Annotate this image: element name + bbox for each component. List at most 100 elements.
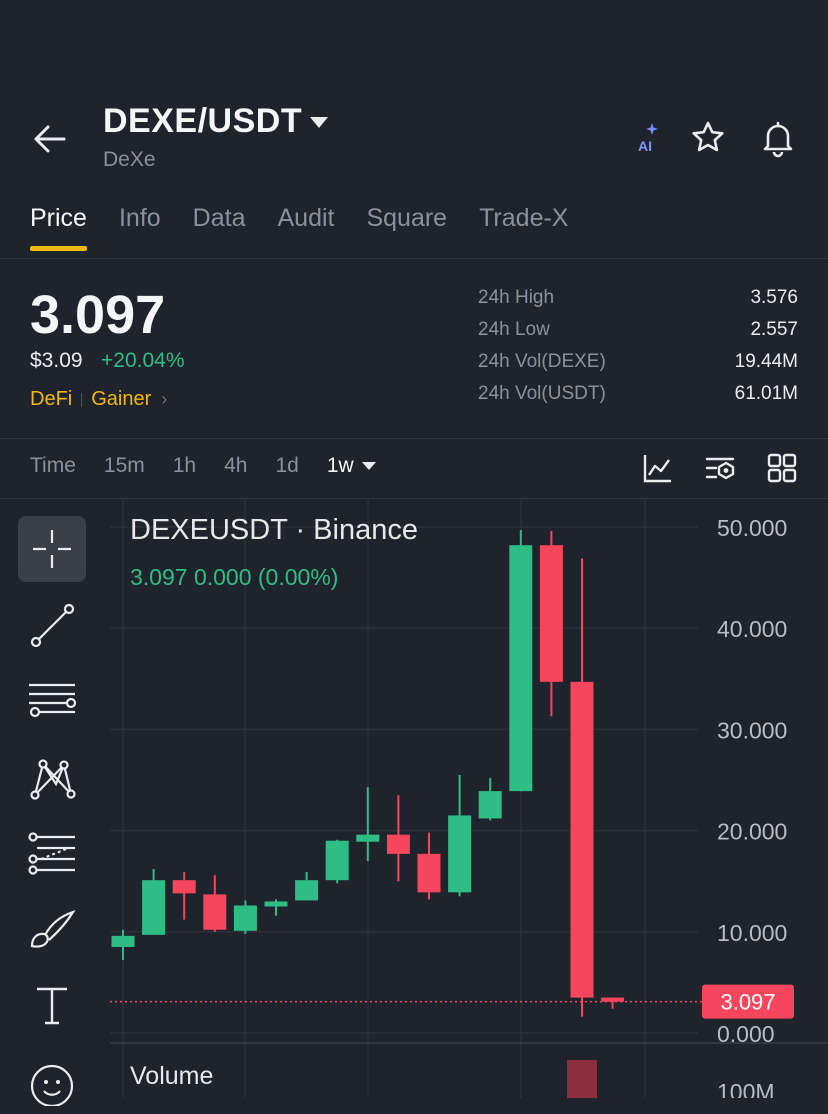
toolbar-divider <box>0 498 828 499</box>
volume-axis-label: 100M <box>717 1079 775 1098</box>
text-icon <box>37 987 67 1025</box>
usd-price: $3.09 <box>30 349 83 372</box>
arrow-left-icon <box>34 125 66 153</box>
candle-body <box>142 880 166 935</box>
interval-1h[interactable]: 1h <box>173 454 196 478</box>
stat-value: 61.01M <box>734 383 798 404</box>
y-axis-tick-label: 10.000 <box>717 920 787 946</box>
chart-settings-button[interactable] <box>704 452 736 484</box>
stat-row: 24h Low 2.557 <box>478 319 798 351</box>
pair-title[interactable]: DEXE/USDT <box>103 102 302 141</box>
pattern-tool[interactable] <box>18 744 86 810</box>
candle-body <box>203 894 227 930</box>
stats-panel: 24h High 3.576 24h Low 2.557 24h Vol(DEX… <box>478 287 798 415</box>
ai-button[interactable]: AI <box>632 120 666 160</box>
ai-label: AI <box>638 138 652 154</box>
stat-label: 24h Vol(USDT) <box>478 383 606 404</box>
candle-body <box>172 880 196 894</box>
interval-time-label[interactable]: Time <box>30 454 76 478</box>
tags-row[interactable]: DeFi Gainer › <box>30 388 167 411</box>
candle-body <box>295 880 319 901</box>
price-change: +20.04% <box>101 349 185 372</box>
fibonacci-icon <box>28 832 75 875</box>
interval-15m[interactable]: 15m <box>104 454 145 478</box>
interval-selector: Time 15m 1h 4h 1d 1w <box>30 454 404 478</box>
y-axis-tick-label: 40.000 <box>717 616 787 642</box>
tab-trade-x[interactable]: Trade-X <box>479 204 568 251</box>
candle-body <box>264 901 288 907</box>
trend-line-icon <box>30 603 75 648</box>
settings-sliders-icon <box>705 457 735 480</box>
volume-label: Volume <box>130 1062 214 1090</box>
candle-body <box>325 840 349 881</box>
candle-body <box>448 815 472 893</box>
candle-body <box>111 935 135 947</box>
chevron-right-icon[interactable]: › <box>161 389 167 410</box>
stat-row: 24h Vol(USDT) 61.01M <box>478 383 798 415</box>
emoji-tool[interactable] <box>18 1048 86 1114</box>
fibonacci-tool[interactable] <box>18 820 86 886</box>
grid-icon <box>767 453 797 483</box>
stat-label: 24h Low <box>478 319 550 340</box>
favorite-button[interactable] <box>688 118 728 158</box>
y-axis-tick-label: 0.000 <box>717 1021 775 1047</box>
pattern-icon <box>30 759 76 800</box>
tag-divider <box>81 392 83 407</box>
interval-selected[interactable]: 1w <box>327 454 376 478</box>
summary-divider <box>0 438 828 439</box>
tab-info[interactable]: Info <box>119 204 161 251</box>
candle-body <box>509 545 533 792</box>
candle-body <box>539 545 563 682</box>
stat-row: 24h High 3.576 <box>478 287 798 319</box>
tab-data[interactable]: Data <box>193 204 246 251</box>
stat-label: 24h High <box>478 287 555 308</box>
back-button[interactable] <box>30 118 70 158</box>
candle-body <box>356 834 380 842</box>
chart-line-icon <box>643 455 671 483</box>
trend-line-tool[interactable] <box>18 592 86 658</box>
candle-body <box>386 834 410 854</box>
y-axis-tick-label: 30.000 <box>717 717 787 743</box>
bell-icon <box>763 121 793 158</box>
layout-grid-button[interactable] <box>766 452 798 484</box>
brush-tool[interactable] <box>18 896 86 962</box>
chart-title: DEXEUSDT · Binance <box>130 514 418 546</box>
candle-body <box>570 681 594 998</box>
chart-ohlc-readout: 3.097 0.000 (0.00%) <box>130 564 339 590</box>
pair-dropdown-icon[interactable] <box>309 116 329 130</box>
chevron-down-icon <box>361 462 376 471</box>
last-price-tag-label: 3.097 <box>720 990 775 1015</box>
stat-value: 2.557 <box>750 319 798 340</box>
tag-defi[interactable]: DeFi <box>30 388 72 411</box>
tag-gainer[interactable]: Gainer <box>91 388 151 411</box>
alert-button[interactable] <box>758 118 798 158</box>
y-axis-tick-label: 50.000 <box>717 515 787 541</box>
candle-body <box>417 853 441 893</box>
interval-1d[interactable]: 1d <box>275 454 298 478</box>
tabs-divider <box>0 258 828 259</box>
tab-square[interactable]: Square <box>366 204 447 251</box>
crosshair-tool[interactable] <box>18 516 86 582</box>
candle-body <box>233 905 257 931</box>
main-tabs: Price Info Data Audit Square Trade-X <box>30 204 600 251</box>
indicator-button[interactable] <box>642 452 674 484</box>
stat-value: 3.576 <box>750 287 798 308</box>
interval-selected-label: 1w <box>326 454 354 477</box>
stat-row: 24h Vol(DEXE) 19.44M <box>478 351 798 383</box>
pair-subtitle: DeXe <box>103 148 156 171</box>
tab-audit[interactable]: Audit <box>277 204 334 251</box>
candle-body <box>478 791 502 819</box>
volume-bar <box>567 1060 597 1098</box>
interval-4h[interactable]: 4h <box>224 454 247 478</box>
star-icon <box>692 121 724 152</box>
text-tool[interactable] <box>18 972 86 1038</box>
horizontal-lines-tool[interactable] <box>18 668 86 734</box>
crosshair-icon <box>33 530 71 568</box>
parallel-lines-icon <box>29 683 77 718</box>
last-price: 3.097 <box>30 285 166 345</box>
stat-value: 19.44M <box>734 351 798 372</box>
stat-label: 24h Vol(DEXE) <box>478 351 606 372</box>
tab-price[interactable]: Price <box>30 204 87 251</box>
y-axis-tick-label: 20.000 <box>717 819 787 845</box>
brush-icon <box>30 910 76 948</box>
